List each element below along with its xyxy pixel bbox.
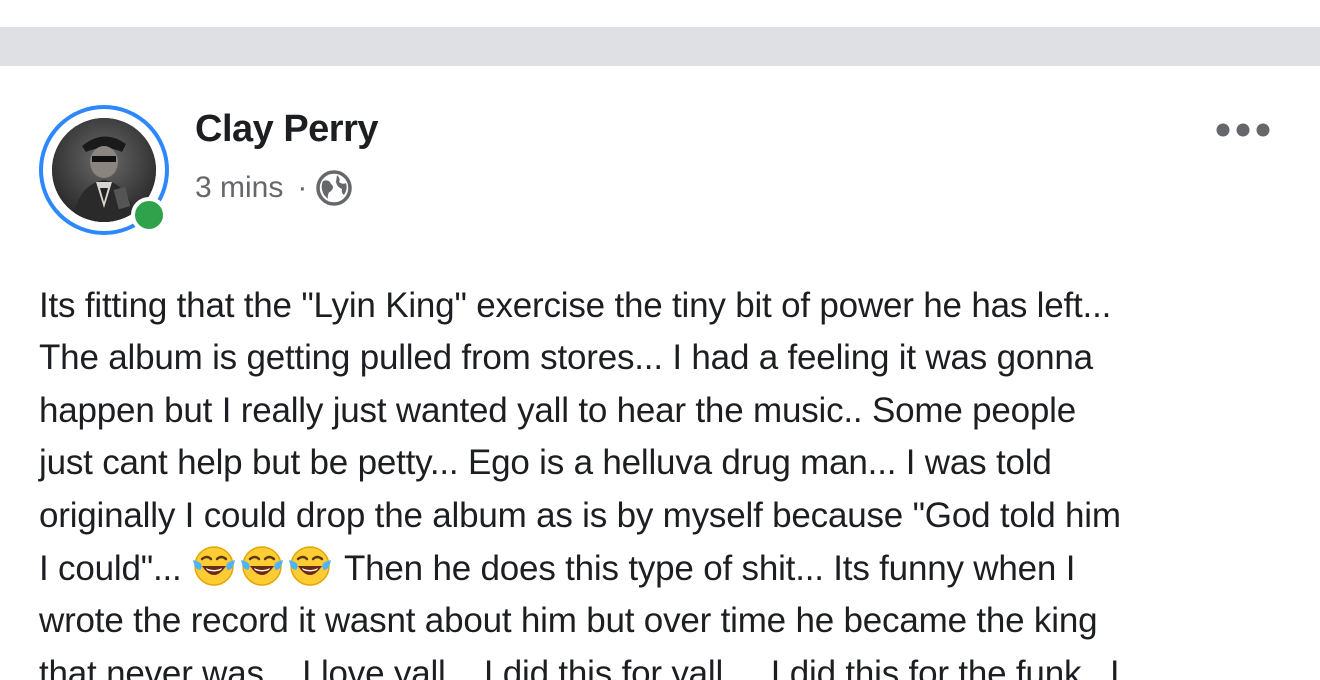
meta-separator: · bbox=[297, 171, 308, 204]
post-text: Its fitting that the "Lyin King" exercis… bbox=[39, 280, 1287, 680]
more-options-button[interactable] bbox=[1206, 112, 1280, 148]
laughing-crying-emoji-group bbox=[191, 546, 335, 588]
post-meta: 3 mins · bbox=[195, 166, 353, 210]
post-line-with-emoji: I could"... Then he does this type of sh… bbox=[39, 542, 1287, 595]
post-line: originally I could drop the album as is … bbox=[39, 495, 1121, 535]
post-line: Its fitting that the "Lyin King" exercis… bbox=[39, 286, 1112, 325]
laughing-crying-emoji-icon bbox=[193, 546, 236, 586]
post-line: wrote the record it wasnt about him but … bbox=[39, 601, 1098, 641]
post-line: happen but I really just wanted yall to … bbox=[39, 390, 1077, 430]
post-line-end: Then he does this type of shit... Its fu… bbox=[343, 549, 1076, 589]
top-area bbox=[0, 0, 1320, 27]
post-timestamp[interactable]: 3 mins bbox=[195, 171, 283, 205]
post-line: The album is getting pulled from stores.… bbox=[39, 338, 1093, 378]
post-line: that never was... I love yall... I did t… bbox=[39, 653, 1120, 680]
laughing-crying-emoji-icon bbox=[289, 546, 332, 586]
feed-separator-bar bbox=[0, 27, 1320, 66]
post-line: just cant help but be petty... Ego is a … bbox=[39, 443, 1052, 483]
avatar[interactable] bbox=[39, 105, 169, 235]
post-line-start: I could"... bbox=[39, 549, 182, 589]
more-horizontal-icon bbox=[1216, 123, 1270, 137]
author-name[interactable]: Clay Perry bbox=[195, 108, 379, 151]
laughing-crying-emoji-icon bbox=[241, 546, 284, 586]
online-status-dot bbox=[131, 197, 167, 233]
globe-icon[interactable] bbox=[315, 169, 353, 207]
post-card: Clay Perry 3 mins · Its fitting that the… bbox=[0, 66, 1320, 680]
